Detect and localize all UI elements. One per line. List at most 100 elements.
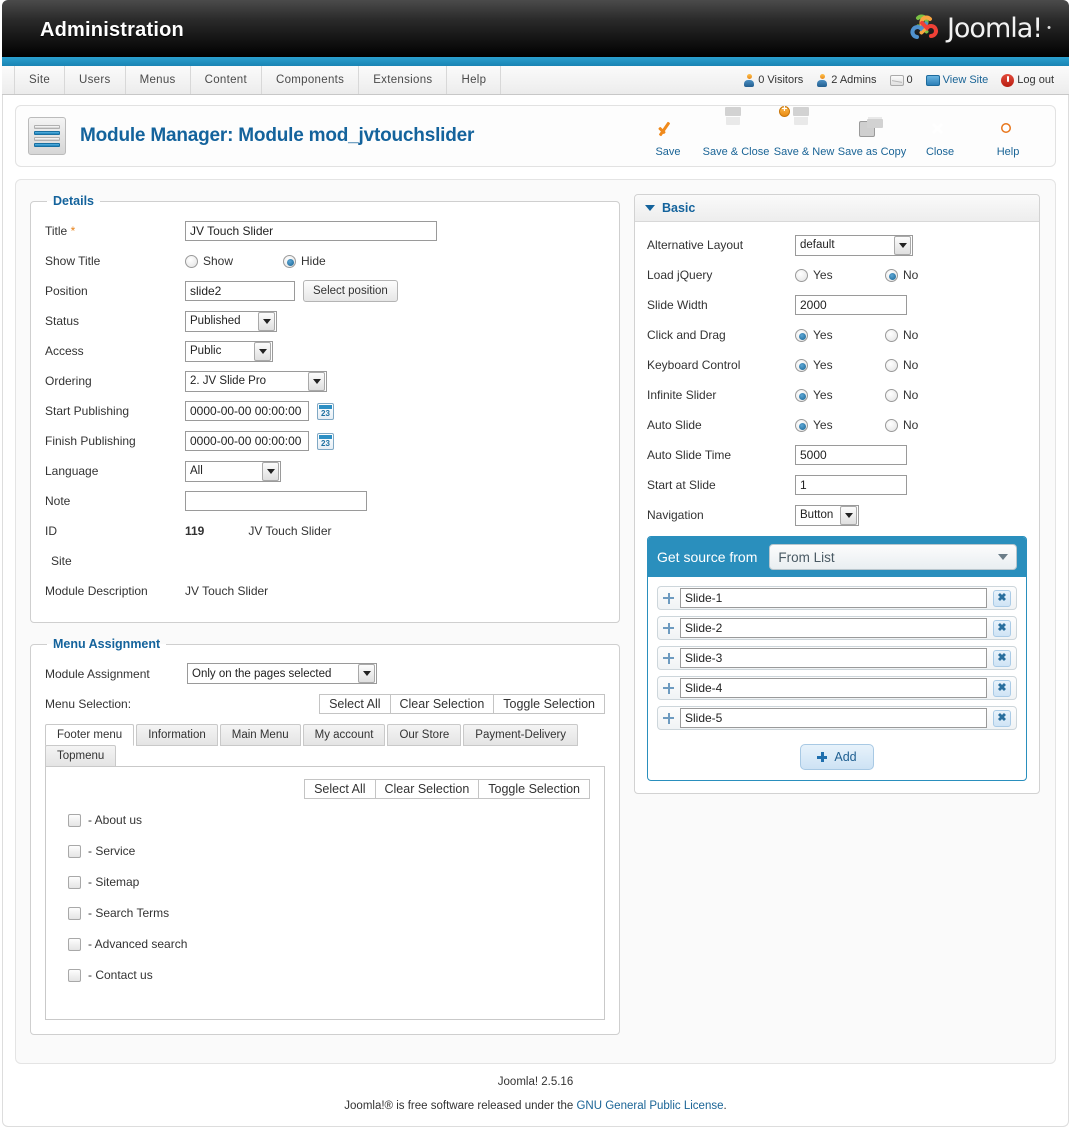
menu-item-users[interactable]: Users: [65, 66, 126, 94]
tab-information[interactable]: Information: [136, 724, 218, 746]
keyboard-control-yes[interactable]: Yes: [795, 358, 885, 372]
language-select[interactable]: All: [185, 460, 281, 482]
radio-yes[interactable]: [795, 268, 808, 282]
radio-yes[interactable]: [795, 328, 808, 342]
start-at-slide-input[interactable]: [795, 475, 907, 495]
radio-yes[interactable]: [795, 418, 808, 432]
clear-selection-button-panel[interactable]: Clear Selection: [374, 780, 479, 798]
tab-payment-delivery[interactable]: Payment-Delivery: [463, 724, 579, 746]
ordering-select[interactable]: 2. JV Slide Pro: [185, 370, 327, 392]
drag-handle-icon[interactable]: [663, 682, 674, 694]
list-item[interactable]: ✖: [657, 646, 1017, 670]
list-item[interactable]: - About us: [68, 813, 590, 827]
drag-handle-icon[interactable]: [663, 712, 674, 724]
help-button[interactable]: Help: [975, 113, 1041, 160]
remove-slide-button[interactable]: ✖: [993, 709, 1011, 727]
slide-name-input[interactable]: [680, 588, 987, 608]
menu-item-components[interactable]: Components: [262, 66, 360, 94]
access-select[interactable]: Public: [185, 340, 273, 362]
keyboard-control-no[interactable]: No: [885, 358, 918, 372]
list-item[interactable]: ✖: [657, 676, 1017, 700]
calendar-icon[interactable]: [317, 432, 334, 450]
checkbox-search-terms[interactable]: [68, 906, 81, 920]
tab-topmenu[interactable]: Topmenu: [45, 745, 117, 767]
basic-panel-header[interactable]: Basic: [635, 195, 1039, 222]
radio-no[interactable]: [885, 328, 898, 342]
radio-show[interactable]: [185, 254, 198, 268]
note-input[interactable]: [185, 491, 367, 511]
save-and-new-button[interactable]: Save & New: [771, 104, 837, 160]
drag-handle-icon[interactable]: [663, 622, 674, 634]
remove-slide-button[interactable]: ✖: [993, 619, 1011, 637]
load-jquery-yes[interactable]: Yes: [795, 268, 885, 282]
tab-our-store[interactable]: Our Store: [387, 724, 462, 746]
list-item[interactable]: - Service: [68, 844, 590, 858]
navigation-select[interactable]: Button: [795, 504, 859, 526]
show-title-option-hide[interactable]: Hide: [283, 254, 326, 268]
radio-yes[interactable]: [795, 388, 808, 402]
list-item[interactable]: ✖: [657, 706, 1017, 730]
radio-no[interactable]: [885, 268, 898, 282]
position-input[interactable]: [185, 281, 295, 301]
checkbox-service[interactable]: [68, 844, 81, 858]
checkbox-sitemap[interactable]: [68, 875, 81, 889]
list-item[interactable]: ✖: [657, 586, 1017, 610]
calendar-icon[interactable]: [317, 402, 334, 420]
module-assignment-select[interactable]: Only on the pages selected: [187, 663, 377, 684]
remove-slide-button[interactable]: ✖: [993, 589, 1011, 607]
tab-footer-menu[interactable]: Footer menu: [45, 724, 135, 746]
menu-item-site[interactable]: Site: [14, 66, 66, 94]
click-and-drag-yes[interactable]: Yes: [795, 328, 885, 342]
infinite-slider-no[interactable]: No: [885, 388, 918, 402]
drag-handle-icon[interactable]: [663, 592, 674, 604]
close-button[interactable]: Close: [907, 113, 973, 160]
save-and-close-button[interactable]: Save & Close: [703, 113, 770, 160]
toggle-selection-button-top[interactable]: Toggle Selection: [493, 695, 604, 713]
menu-item-extensions[interactable]: Extensions: [359, 66, 448, 94]
auto-slide-yes[interactable]: Yes: [795, 418, 885, 432]
radio-no[interactable]: [885, 388, 898, 402]
checkbox-contact-us[interactable]: [68, 968, 81, 982]
toggle-selection-button-panel[interactable]: Toggle Selection: [478, 780, 589, 798]
slide-width-input[interactable]: [795, 295, 907, 315]
alternative-layout-select[interactable]: default: [795, 234, 913, 256]
list-item[interactable]: - Contact us: [68, 968, 590, 982]
save-button[interactable]: Save: [635, 113, 701, 160]
radio-no[interactable]: [885, 358, 898, 372]
select-position-button[interactable]: Select position: [303, 280, 398, 302]
tab-main-menu[interactable]: Main Menu: [219, 724, 301, 746]
drag-handle-icon[interactable]: [663, 652, 674, 664]
tab-my-account[interactable]: My account: [302, 724, 386, 746]
infinite-slider-yes[interactable]: Yes: [795, 388, 885, 402]
source-select[interactable]: From List: [769, 544, 1017, 570]
slide-name-input[interactable]: [680, 708, 987, 728]
clear-selection-button-top[interactable]: Clear Selection: [389, 695, 494, 713]
save-as-copy-button[interactable]: Save as Copy: [838, 113, 906, 160]
status-select[interactable]: Published: [185, 310, 277, 332]
select-all-button-top[interactable]: Select All: [320, 695, 390, 713]
radio-yes[interactable]: [795, 358, 808, 372]
load-jquery-no[interactable]: No: [885, 268, 918, 282]
click-and-drag-no[interactable]: No: [885, 328, 918, 342]
auto-slide-no[interactable]: No: [885, 418, 918, 432]
menu-item-help[interactable]: Help: [447, 66, 502, 94]
gnu-license-link[interactable]: GNU General Public License: [576, 1100, 723, 1112]
slide-name-input[interactable]: [680, 678, 987, 698]
checkbox-advanced-search[interactable]: [68, 937, 81, 951]
logout-link[interactable]: Log out: [996, 73, 1059, 87]
remove-slide-button[interactable]: ✖: [993, 679, 1011, 697]
add-slide-button[interactable]: Add: [800, 744, 874, 770]
menu-item-content[interactable]: Content: [191, 66, 262, 94]
list-item[interactable]: - Advanced search: [68, 937, 590, 951]
list-item[interactable]: ✖: [657, 616, 1017, 640]
list-item[interactable]: - Sitemap: [68, 875, 590, 889]
radio-hide[interactable]: [283, 254, 296, 268]
auto-slide-time-input[interactable]: [795, 445, 907, 465]
show-title-option-show[interactable]: Show: [185, 254, 275, 268]
view-site-link[interactable]: View Site: [921, 74, 994, 86]
checkbox-about-us[interactable]: [68, 813, 81, 827]
finish-publishing-input[interactable]: [185, 431, 309, 451]
list-item[interactable]: - Search Terms: [68, 906, 590, 920]
slide-name-input[interactable]: [680, 648, 987, 668]
remove-slide-button[interactable]: ✖: [993, 649, 1011, 667]
